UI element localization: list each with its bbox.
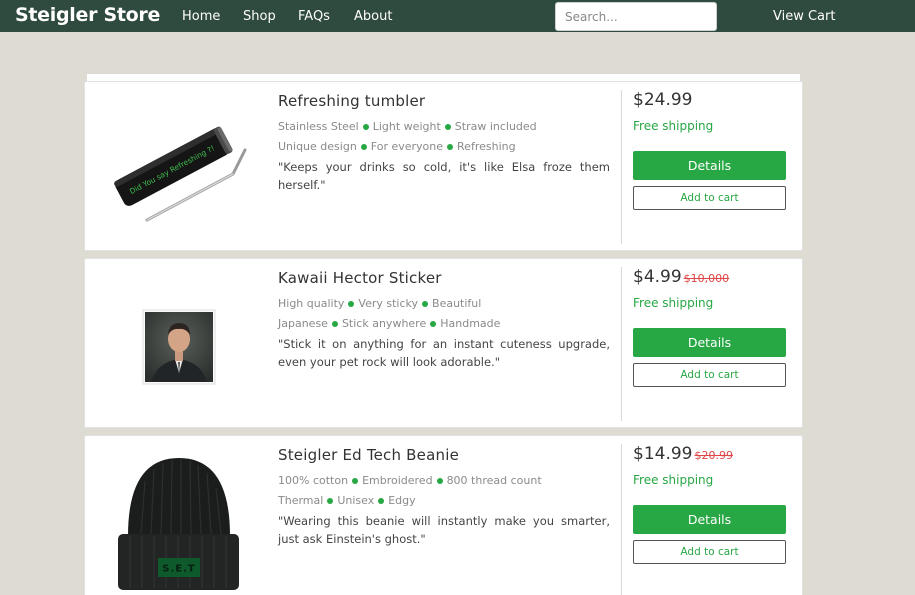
tag: Stainless Steel	[278, 120, 359, 133]
details-button[interactable]: Details	[633, 505, 786, 534]
bullet-dot-icon	[422, 300, 429, 307]
product-tags-row: High quality Very sticky Beautiful	[278, 297, 481, 310]
bullet-dot-icon	[444, 123, 451, 130]
price: $4.99	[633, 267, 682, 287]
nav-link-home[interactable]: Home	[182, 9, 220, 24]
add-to-cart-button[interactable]: Add to cart	[633, 540, 786, 564]
product-quote: "Wearing this beanie will instantly make…	[278, 514, 610, 546]
price: $24.99	[633, 90, 693, 110]
bullet-dot-icon	[362, 123, 369, 130]
view-cart-link[interactable]: View Cart	[773, 9, 835, 24]
bullet-dot-icon	[352, 477, 359, 484]
price-block: $24.99	[633, 90, 692, 110]
tag: High quality	[278, 297, 345, 310]
shipping-label: Free shipping	[633, 473, 714, 487]
brand-logo[interactable]: Steigler Store	[15, 4, 160, 26]
shipping-label: Free shipping	[633, 296, 714, 310]
tag: Unique design	[278, 140, 357, 153]
product-card: S.E.T Steigler Ed Tech Beanie 100% cotto…	[84, 435, 803, 595]
product-quote: "Keeps your drinks so cold, it's like El…	[278, 160, 610, 192]
product-quote: "Stick it on anything for an instant cut…	[278, 337, 610, 369]
divider	[621, 267, 622, 421]
product-tags-row: Stainless Steel Light weight Straw include…	[278, 120, 537, 133]
tag: Edgy	[388, 494, 416, 507]
product-card: Kawaii Hector Sticker High quality Very s…	[84, 258, 803, 428]
bullet-dot-icon	[327, 497, 334, 504]
divider	[621, 90, 622, 244]
product-title[interactable]: Kawaii Hector Sticker	[278, 269, 442, 287]
shipping-label: Free shipping	[633, 119, 714, 133]
nav-link-about[interactable]: About	[354, 9, 392, 24]
bullet-dot-icon	[447, 143, 454, 150]
bullet-dot-icon	[360, 143, 367, 150]
product-tags-row: Japanese Stick anywhere Handmade	[278, 317, 500, 330]
tag: Light weight	[372, 120, 441, 133]
price-block: $4.99 $10,000	[633, 267, 729, 287]
tag: Thermal	[278, 494, 324, 507]
price-block: $14.99 $20.99	[633, 444, 733, 464]
original-price: $20.99	[694, 449, 733, 462]
tag: For everyone	[370, 140, 444, 153]
product-tags-row: Unique design For everyone Refreshing	[278, 140, 516, 153]
product-image[interactable]: Did You say Refreshing ?!	[85, 82, 275, 250]
tag: 800 thread count	[446, 474, 542, 487]
product-tags-row: Thermal Unisex Edgy	[278, 494, 416, 507]
beanie-patch-text: S.E.T	[162, 564, 195, 575]
tag: Very sticky	[358, 297, 419, 310]
bullet-dot-icon	[436, 477, 443, 484]
bullet-dot-icon	[430, 320, 437, 327]
add-to-cart-button[interactable]: Add to cart	[633, 186, 786, 210]
tag: Handmade	[440, 317, 501, 330]
divider	[621, 444, 622, 595]
tag: Beautiful	[432, 297, 482, 310]
details-button[interactable]: Details	[633, 328, 786, 357]
product-title[interactable]: Refreshing tumbler	[278, 92, 425, 110]
nav-link-shop[interactable]: Shop	[243, 9, 276, 24]
product-tags-row: 100% cotton Embroidered 800 thread count	[278, 474, 542, 487]
product-image[interactable]: S.E.T	[85, 436, 275, 595]
bullet-dot-icon	[378, 497, 385, 504]
details-button[interactable]: Details	[633, 151, 786, 180]
tag: 100% cotton	[278, 474, 349, 487]
navbar: Steigler Store Home Shop FAQs About View…	[0, 0, 915, 32]
nav-link-faqs[interactable]: FAQs	[298, 9, 330, 24]
add-to-cart-button[interactable]: Add to cart	[633, 363, 786, 387]
original-price: $10,000	[683, 272, 730, 285]
tag: Japanese	[278, 317, 328, 330]
tag: Straw included	[454, 120, 537, 133]
bullet-dot-icon	[331, 320, 338, 327]
search-input[interactable]	[555, 2, 717, 31]
tag: Unisex	[337, 494, 375, 507]
price: $14.99	[633, 444, 693, 464]
tag: Embroidered	[362, 474, 433, 487]
product-card: Did You say Refreshing ?! Refreshing tum…	[84, 81, 803, 251]
product-title[interactable]: Steigler Ed Tech Beanie	[278, 446, 459, 464]
bullet-dot-icon	[348, 300, 355, 307]
tag: Stick anywhere	[341, 317, 427, 330]
product-image[interactable]	[85, 259, 275, 427]
tag: Refreshing	[457, 140, 516, 153]
